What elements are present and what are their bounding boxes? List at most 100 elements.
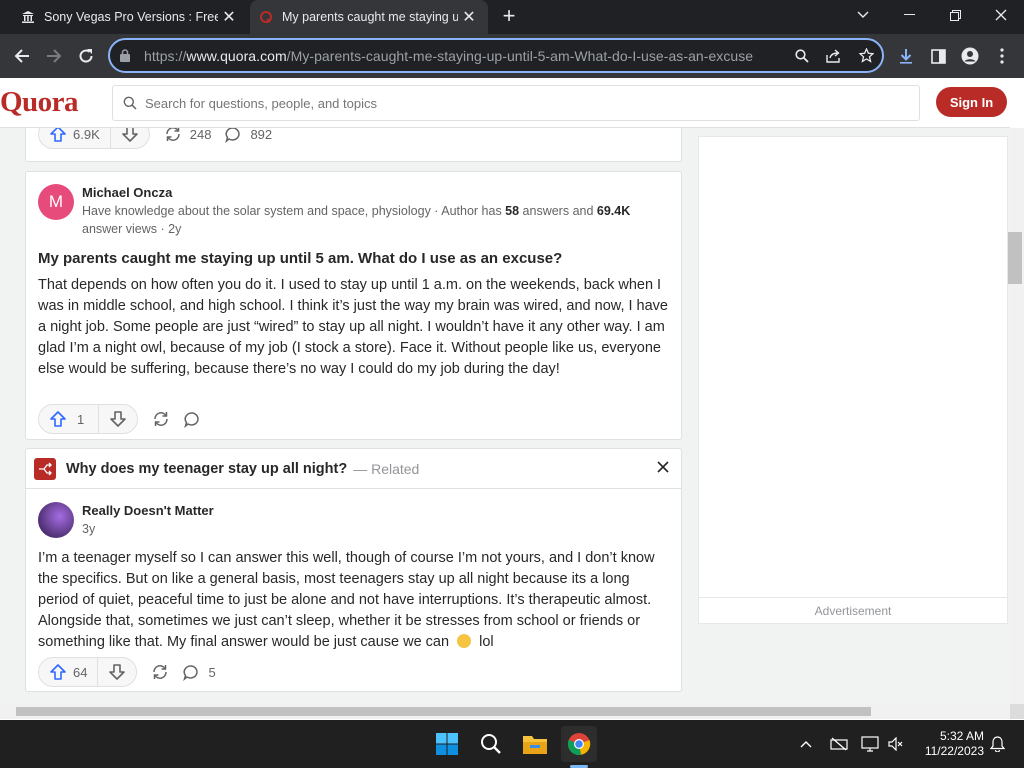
search-icon[interactable] [473, 726, 509, 762]
comment-button[interactable] [184, 411, 201, 428]
profile-icon[interactable] [955, 42, 985, 70]
quora-logo[interactable]: Quora [0, 86, 79, 119]
windows-taskbar: 5:32 AM 11/22/2023 [0, 720, 1024, 768]
cred-suffix: answer views · 2y [82, 222, 182, 236]
downvote-arrow-icon [110, 411, 127, 427]
comment-button[interactable]: 5 [183, 664, 216, 681]
horizontal-scroll-thumb[interactable] [16, 707, 871, 716]
bookmark-star-icon[interactable] [850, 42, 882, 70]
avatar[interactable] [38, 502, 74, 538]
vote-pill: 6.9K [38, 128, 150, 149]
upvote-button[interactable]: 1 [39, 405, 100, 433]
url-prefix: https:// [144, 47, 187, 64]
downvote-button[interactable] [111, 128, 149, 148]
downvote-button[interactable] [98, 658, 136, 686]
quora-favicon-icon [258, 9, 274, 25]
answer-actions: 6.9K 248 892 [38, 128, 272, 149]
previous-answer-card: 6.9K 248 892 [25, 128, 682, 162]
cred-prefix: Have knowledge about the solar system an… [82, 204, 506, 218]
tray-chevron-up-icon[interactable] [794, 732, 818, 756]
upvote-button[interactable]: 64 [39, 658, 99, 686]
lock-icon[interactable] [120, 49, 134, 62]
chrome-icon[interactable] [561, 726, 597, 762]
reload-button[interactable] [72, 42, 100, 70]
upvote-button[interactable]: 6.9K [39, 128, 111, 148]
related-tag: — Related [353, 460, 420, 477]
tab-title: My parents caught me staying up [282, 10, 458, 24]
author-credential: Have knowledge about the solar system an… [82, 202, 652, 238]
question-title[interactable]: My parents caught me staying up until 5 … [38, 250, 562, 267]
answer-actions: 64 5 [38, 657, 216, 687]
close-window-button[interactable] [978, 0, 1024, 30]
reshare-icon [153, 665, 168, 679]
share-button[interactable] [151, 663, 169, 681]
cred-mid: answers and [519, 204, 597, 218]
author-row: Really Doesn't Matter 3y [38, 502, 652, 538]
vote-pill: 1 [38, 404, 139, 434]
answer-text: That depends on how often you do it. I u… [38, 277, 668, 377]
related-icon [34, 457, 56, 480]
related-question-title[interactable]: Why does my teenager stay up all night? [66, 461, 347, 477]
sign-in-button[interactable]: Sign In [936, 87, 1007, 117]
answer-age: 3y [82, 522, 96, 536]
tab-sony-vegas[interactable]: Sony Vegas Pro Versions : Free Do ✕ [12, 0, 248, 34]
comment-count: 5 [208, 664, 216, 680]
minimize-button[interactable] [886, 0, 932, 30]
museum-icon [20, 9, 36, 25]
side-panel-icon[interactable] [923, 42, 953, 70]
restore-button[interactable] [932, 0, 978, 30]
share-button[interactable]: 248 [164, 128, 211, 143]
author-row: M Michael Oncza Have knowledge about the… [38, 184, 652, 238]
downvote-button[interactable] [99, 405, 137, 433]
author-info: Really Doesn't Matter 3y [82, 502, 652, 538]
author-name[interactable]: Michael Oncza [82, 184, 652, 202]
file-explorer-icon[interactable] [517, 726, 553, 762]
back-button[interactable] [8, 42, 36, 70]
search-input[interactable] [145, 95, 919, 111]
related-card: Why does my teenager stay up all night? … [25, 448, 682, 692]
vertical-scrollbar[interactable] [1010, 128, 1024, 704]
share-button[interactable] [152, 410, 170, 428]
views-count: 69.4K [596, 204, 631, 218]
share-icon[interactable] [818, 42, 850, 70]
tab-close-icon[interactable]: ✕ [458, 7, 480, 27]
comment-button[interactable]: 892 [225, 128, 272, 143]
tab-search-chevron-icon[interactable] [840, 0, 886, 30]
comment-icon [225, 128, 241, 143]
url-text[interactable]: https://www.quora.com/My-parents-caught-… [144, 48, 786, 64]
forward-button[interactable] [40, 42, 68, 70]
upvote-arrow-icon [50, 664, 66, 680]
address-bar[interactable]: https://www.quora.com/My-parents-caught-… [108, 38, 884, 73]
display-icon[interactable] [858, 732, 882, 756]
advertisement-label: Advertisement [699, 597, 1007, 623]
new-tab-button[interactable]: + [497, 5, 521, 29]
browser-toolbar: https://www.quora.com/My-parents-caught-… [0, 34, 1024, 78]
upvote-count: 6.9K [73, 128, 100, 142]
search-icon [123, 96, 139, 110]
downvote-arrow-icon [109, 664, 126, 680]
notification-bell-icon[interactable] [985, 732, 1009, 756]
comment-icon [183, 664, 199, 681]
tab-close-icon[interactable]: ✕ [218, 7, 240, 27]
tab-title: Sony Vegas Pro Versions : Free Do [44, 10, 218, 24]
windows-start-icon[interactable] [429, 726, 465, 762]
quora-search-box[interactable] [112, 85, 920, 121]
answers-count: 58 [505, 204, 520, 218]
upvote-count: 1 [77, 411, 85, 427]
menu-kebab-icon[interactable] [987, 42, 1017, 70]
vertical-scroll-thumb[interactable] [1008, 232, 1022, 284]
answer-tail: lol [479, 634, 494, 650]
system-clock[interactable]: 5:32 AM 11/22/2023 [912, 729, 984, 759]
author-name[interactable]: Really Doesn't Matter [82, 502, 652, 520]
network-off-icon[interactable] [827, 732, 851, 756]
volume-muted-icon[interactable] [884, 732, 908, 756]
sidebar-ad-slot: Advertisement [698, 136, 1008, 624]
close-icon[interactable] [657, 460, 669, 478]
author-info: Michael Oncza Have knowledge about the s… [82, 184, 652, 238]
search-page-icon[interactable] [786, 42, 818, 70]
comment-count: 892 [250, 128, 273, 142]
related-header: Why does my teenager stay up all night? … [26, 449, 681, 489]
tab-quora[interactable]: My parents caught me staying up ✕ [250, 0, 488, 34]
download-icon[interactable] [891, 42, 921, 70]
avatar[interactable]: M [38, 184, 74, 220]
